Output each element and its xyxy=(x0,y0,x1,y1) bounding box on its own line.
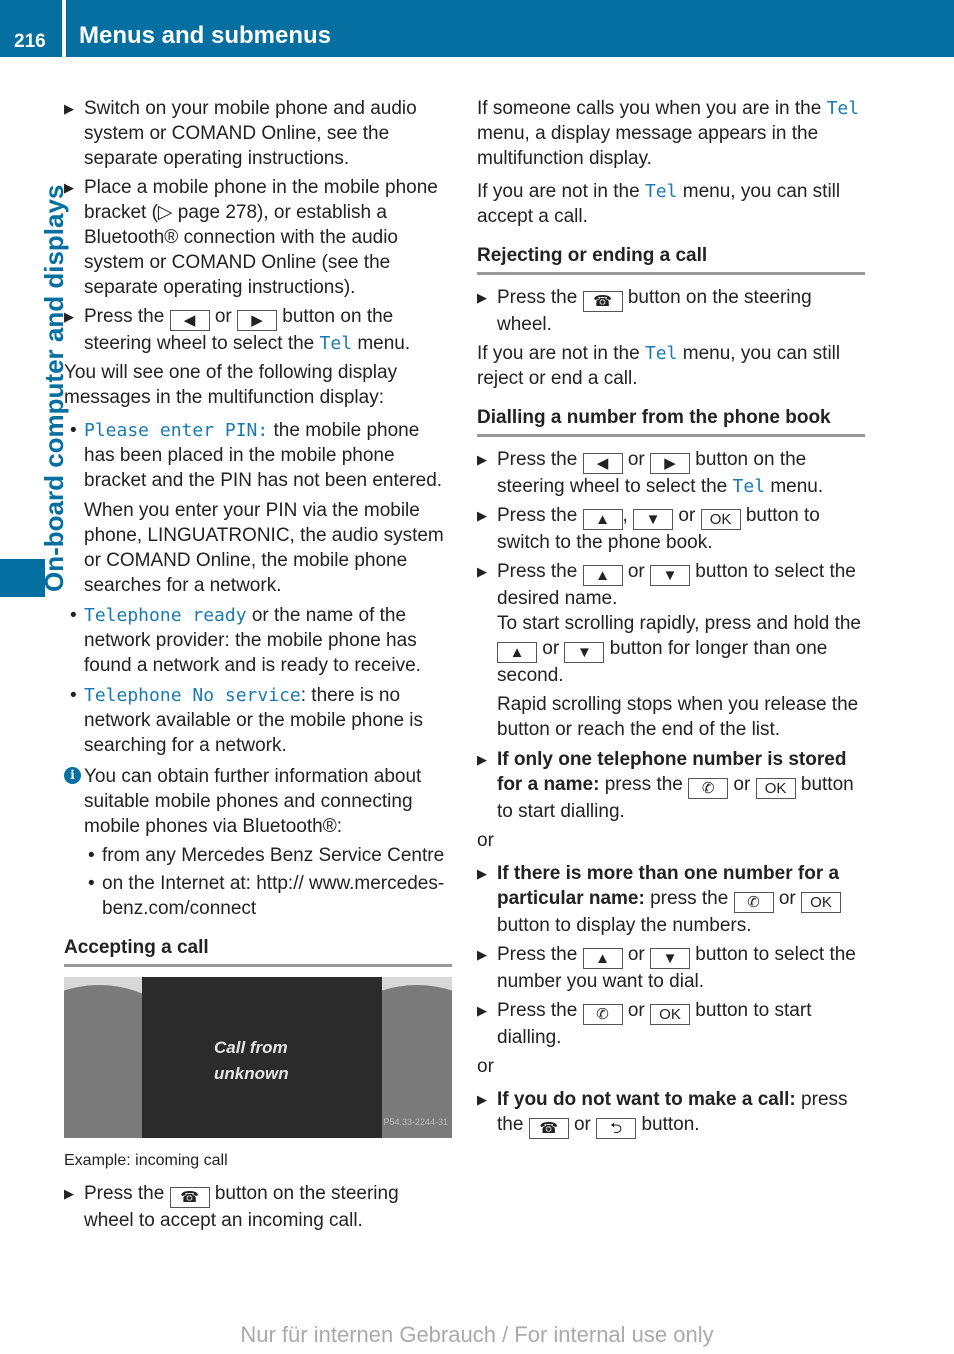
paragraph: If someone calls you when you are in the… xyxy=(477,98,860,169)
page-title: Menus and submenus xyxy=(66,0,954,57)
ok-button-key: OK xyxy=(801,892,842,913)
down-button-key: ▼ xyxy=(564,642,605,663)
message-item: • Please enter PIN: the mobile phone has … xyxy=(70,420,443,491)
down-button-key: ▼ xyxy=(650,948,691,969)
pin-note: When you enter your PIN via the mobile p… xyxy=(84,500,444,596)
arrow-icon: ▶ xyxy=(477,508,487,523)
section-heading-accepting: Accepting a call xyxy=(64,935,452,967)
ok-button-key: OK xyxy=(755,778,796,799)
step: ▶ Press the ◀ or ▶ button on the steerin… xyxy=(64,306,411,354)
info-icon: i xyxy=(64,767,81,784)
menu-name: Tel xyxy=(319,333,353,354)
up-button-key: ▲ xyxy=(497,642,537,663)
arrow-icon: ▶ xyxy=(477,947,487,962)
step: ▶ Place a mobile phone in the mobile phon… xyxy=(64,177,438,298)
ok-button-key: OK xyxy=(650,1004,691,1025)
step: ▶ If you do not want to make a call: pre… xyxy=(477,1089,848,1139)
intro-text: You will see one of the following displa… xyxy=(64,362,398,408)
phone-hangup-key: ☎ xyxy=(528,1118,569,1139)
step: ▶ Press the ▲, ▼ or OK button to switch … xyxy=(477,505,820,553)
side-tab: On-board computer and displays xyxy=(0,57,69,597)
arrow-icon: ▶ xyxy=(64,180,74,195)
side-tab-marker xyxy=(0,559,45,597)
left-button-key: ◀ xyxy=(582,453,623,474)
scroll-note: Rapid scrolling stops when you release t… xyxy=(497,694,859,740)
step: ▶ Press the ◀ or ▶ button on the steerin… xyxy=(477,449,824,497)
step: ▶ If there is more than one number for a… xyxy=(477,863,842,936)
display-message: Call from unknown xyxy=(214,1038,289,1083)
message-item: • Telephone ready or the name of the netw… xyxy=(70,605,421,676)
right-button-key: ▶ xyxy=(650,453,691,474)
up-button-key: ▲ xyxy=(582,565,623,586)
phone-accept-key: ✆ xyxy=(733,892,774,913)
info-note: i You can obtain further information abou… xyxy=(64,764,452,839)
phone-hangup-key: ☎ xyxy=(582,291,623,312)
step: ▶ Press the ▲ or ▼ button to select the … xyxy=(477,944,856,992)
down-button-key: ▼ xyxy=(650,565,691,586)
step: ▶ If only one telephone number is stored… xyxy=(477,749,854,822)
info-item: • on the Internet at: http:// www.mercede… xyxy=(88,873,445,919)
step: ▶ Press the ☎ button on the steering whe… xyxy=(64,1183,399,1231)
down-button-key: ▼ xyxy=(633,509,674,530)
arrow-icon: ▶ xyxy=(477,866,487,881)
arrow-icon: ▶ xyxy=(477,564,487,579)
figure-code: P54.33-2244-31 xyxy=(383,1117,448,1127)
arrow-icon: ▶ xyxy=(477,752,487,767)
step: ▶ Press the ✆ or OK button to start dial… xyxy=(477,1000,812,1048)
arrow-icon: ▶ xyxy=(477,1092,487,1107)
arrow-icon: ▶ xyxy=(64,101,74,116)
right-button-key: ▶ xyxy=(237,310,278,331)
arrow-icon: ▶ xyxy=(477,452,487,467)
step: ▶ Switch on your mobile phone and audio s… xyxy=(64,98,417,169)
paragraph: If you are not in the Tel menu, you can … xyxy=(477,343,841,389)
phone-accept-key: ✆ xyxy=(688,778,729,799)
arrow-icon: ▶ xyxy=(477,1003,487,1018)
right-column: If someone calls you when you are in the… xyxy=(477,96,865,1143)
phone-accept-key: ✆ xyxy=(582,1004,623,1025)
left-button-key: ◀ xyxy=(169,310,210,331)
phone-accept-key: ☎ xyxy=(169,1187,210,1208)
up-button-key: ▲ xyxy=(582,948,623,969)
or-text: or xyxy=(477,830,494,851)
section-heading-dialling: Dialling a number from the phone book xyxy=(477,405,865,437)
info-item: • from any Mercedes Benz Service Centre xyxy=(88,845,445,866)
incoming-call-figure: Call from unknown P54.33-2244-31 xyxy=(64,977,452,1138)
ok-button-key: OK xyxy=(700,509,741,530)
or-text: or xyxy=(477,1056,494,1077)
section-heading-rejecting: Rejecting or ending a call xyxy=(477,243,865,275)
arrow-icon: ▶ xyxy=(64,1186,74,1201)
left-column: ▶ Switch on your mobile phone and audio s… xyxy=(64,96,452,1237)
arrow-icon: ▶ xyxy=(477,290,487,305)
step: ▶ Press the ☎ button on the steering whe… xyxy=(477,287,812,335)
arrow-icon: ▶ xyxy=(64,309,74,324)
back-button-key: ⮌ xyxy=(596,1118,637,1139)
figure-caption: Example: incoming call xyxy=(64,1152,228,1169)
up-button-key: ▲ xyxy=(582,509,623,530)
message-item: • Telephone No service: there is no netwo… xyxy=(70,685,424,756)
paragraph: If you are not in the Tel menu, you can … xyxy=(477,181,841,227)
page-number: 216 xyxy=(0,0,62,57)
step: ▶ Press the ▲ or ▼ button to select the … xyxy=(477,561,861,686)
internal-use-watermark: Nur für internen Gebrauch / For internal… xyxy=(240,1322,714,1347)
